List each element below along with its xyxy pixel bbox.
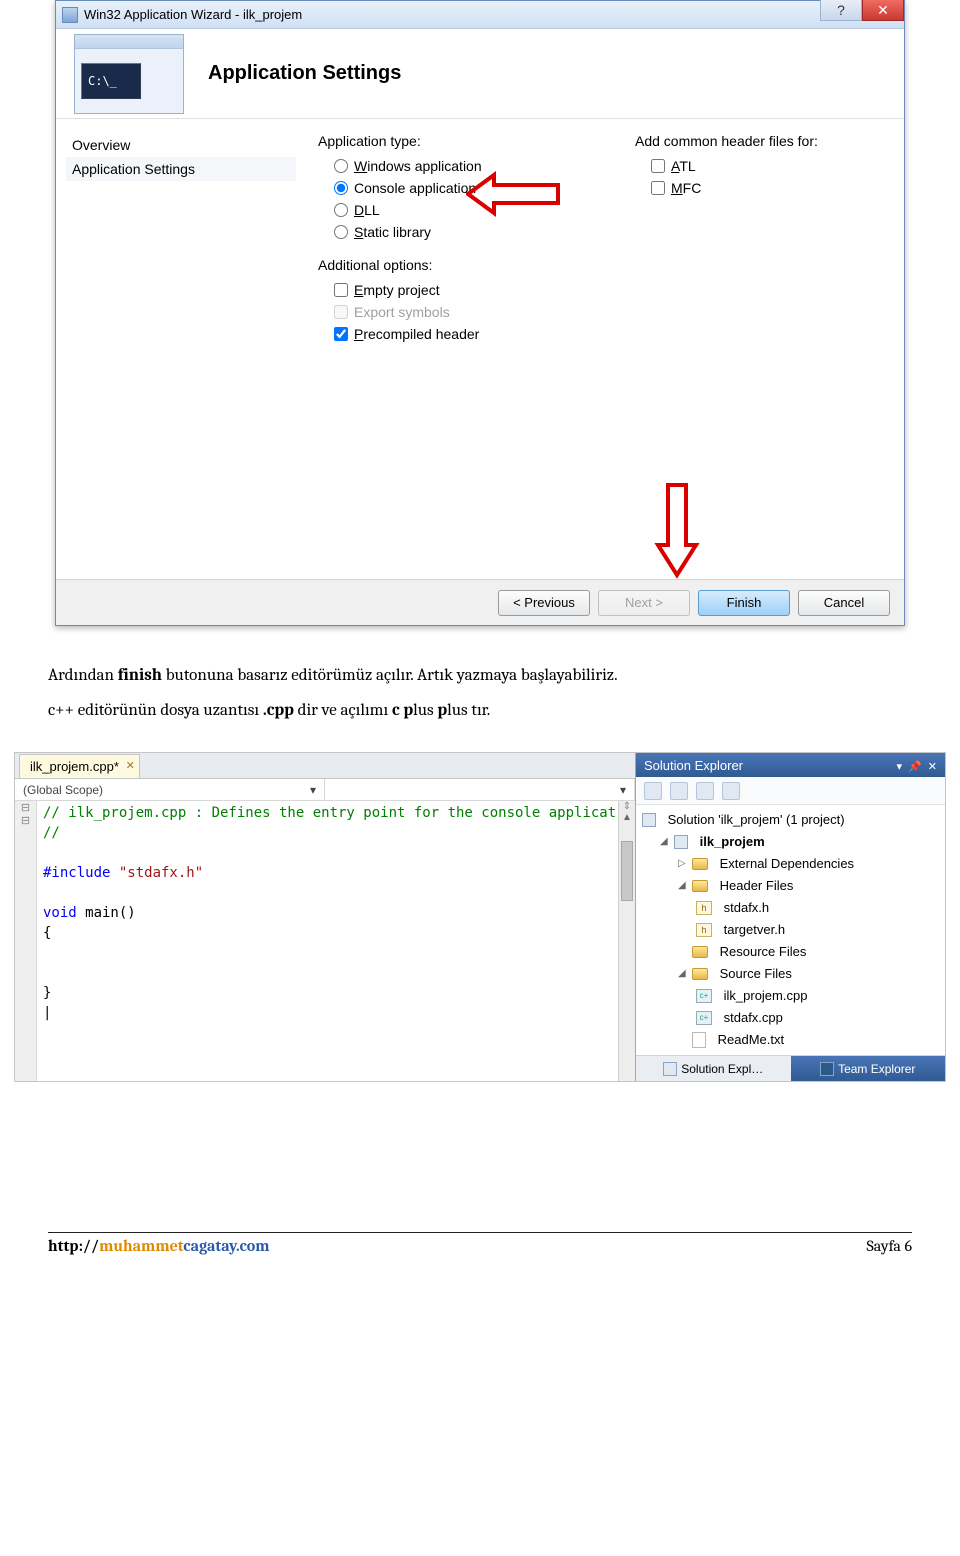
tab-solution-explorer[interactable]: Solution Expl… <box>636 1056 791 1081</box>
prev-button[interactable]: < Previous <box>498 590 590 616</box>
radio-windows-app[interactable]: Windows application <box>318 155 565 177</box>
banner: C:\_ Application Settings <box>56 29 904 119</box>
radio-dll[interactable]: DLL <box>318 199 565 221</box>
solution-icon <box>642 813 656 827</box>
refresh-icon[interactable] <box>722 782 740 800</box>
project-icon <box>674 835 688 849</box>
cancel-button[interactable]: Cancel <box>798 590 890 616</box>
source-files-node[interactable]: Source Files <box>720 963 792 985</box>
folder-icon <box>692 858 708 870</box>
dropdown-icon[interactable]: ▾ <box>897 761 903 773</box>
window-icon <box>62 7 78 23</box>
help-button[interactable]: ? <box>820 0 862 21</box>
resource-files-node[interactable]: Resource Files <box>720 941 807 963</box>
scope-dropdown[interactable]: (Global Scope)▾ <box>15 779 325 800</box>
footer-url: http://muhammetcagatay.com <box>48 1237 270 1255</box>
addl-label: Additional options: <box>318 257 565 273</box>
properties-icon[interactable] <box>696 782 714 800</box>
check-export-symbols: Export symbols <box>318 301 565 323</box>
h-file-icon: h <box>696 923 712 937</box>
external-deps-node[interactable]: External Dependencies <box>720 853 854 875</box>
vs-editor: ilk_projem.cpp* ✕ (Global Scope)▾ ▾ ⊟⊟ /… <box>14 752 946 1082</box>
cpp-file-icon: c+ <box>696 989 712 1003</box>
finish-button[interactable]: Finish <box>698 590 790 616</box>
window-title: Win32 Application Wizard - ilk_projem <box>84 7 302 22</box>
cpp-file-icon: c+ <box>696 1011 712 1025</box>
file-stdafx-h[interactable]: stdafx.h <box>724 897 770 919</box>
team-explorer-icon <box>820 1062 834 1076</box>
radio-console-app[interactable]: Console application <box>318 177 565 199</box>
file-readme[interactable]: ReadMe.txt <box>718 1029 784 1051</box>
wizard-footer: < Previous Next > Finish Cancel <box>56 579 904 625</box>
se-toolbar <box>636 777 945 805</box>
check-precompiled-header[interactable]: Precompiled header <box>318 323 565 345</box>
banner-icon: C:\_ <box>74 34 184 114</box>
file-tab[interactable]: ilk_projem.cpp* ✕ <box>19 754 140 778</box>
vertical-scrollbar[interactable]: ⇕ ▲ <box>618 801 635 1081</box>
radio-static-library[interactable]: Static library <box>318 221 565 243</box>
apptype-label: Application type: <box>318 133 565 149</box>
content-area: Application type: Windows application Co… <box>306 119 904 579</box>
page-number: Sayfa 6 <box>866 1237 912 1255</box>
show-all-icon[interactable] <box>670 782 688 800</box>
close-button[interactable]: ✕ <box>862 0 904 21</box>
pin-icon[interactable]: 📌 <box>908 761 922 773</box>
se-tabs: Solution Expl… Team Explorer <box>636 1055 945 1081</box>
tab-team-explorer[interactable]: Team Explorer <box>791 1056 946 1081</box>
file-ilkprojem-cpp[interactable]: ilk_projem.cpp <box>724 985 808 1007</box>
sidebar-item-appsettings[interactable]: Application Settings <box>66 157 296 181</box>
solution-node[interactable]: Solution 'ilk_projem' (1 project) <box>668 809 845 831</box>
headers-label: Add common header files for: <box>635 133 882 149</box>
file-tab-label: ilk_projem.cpp* <box>30 759 119 774</box>
file-stdafx-cpp[interactable]: stdafx.cpp <box>724 1007 783 1029</box>
h-file-icon: h <box>696 901 712 915</box>
folder-icon <box>692 880 708 892</box>
annotation-arrow-down <box>650 479 704 579</box>
document-paragraph: Ardından finish butonuna basarız editörü… <box>0 626 960 734</box>
sidebar-item-overview[interactable]: Overview <box>66 133 296 157</box>
code-editor[interactable]: // ilk_projem.cpp : Defines the entry po… <box>37 801 618 1081</box>
member-dropdown[interactable]: ▾ <box>325 779 635 800</box>
folder-icon <box>692 946 708 958</box>
tab-strip: ilk_projem.cpp* ✕ <box>15 753 635 779</box>
banner-title: Application Settings <box>208 62 401 85</box>
solution-explorer: Solution Explorer ▾📌✕ Solution 'ilk_proj… <box>635 753 945 1081</box>
check-atl[interactable]: ATL <box>635 155 882 177</box>
titlebar[interactable]: Win32 Application Wizard - ilk_projem ? … <box>56 1 904 29</box>
close-icon[interactable]: ✕ <box>928 761 937 773</box>
chevron-down-icon: ▾ <box>620 783 626 797</box>
project-node[interactable]: ilk_projem <box>700 831 765 853</box>
console-icon: C:\_ <box>81 63 141 99</box>
check-empty-project[interactable]: Empty project <box>318 279 565 301</box>
home-icon[interactable] <box>644 782 662 800</box>
folder-icon <box>692 968 708 980</box>
page-footer: http://muhammetcagatay.com Sayfa 6 <box>48 1232 912 1255</box>
close-tab-icon[interactable]: ✕ <box>126 759 135 772</box>
wizard-window: Win32 Application Wizard - ilk_projem ? … <box>55 0 905 626</box>
chevron-down-icon: ▾ <box>310 783 316 797</box>
sidebar: Overview Application Settings <box>56 119 306 579</box>
solution-explorer-title[interactable]: Solution Explorer ▾📌✕ <box>636 753 945 777</box>
txt-file-icon <box>692 1032 706 1048</box>
check-mfc[interactable]: MFC <box>635 177 882 199</box>
solution-tree[interactable]: Solution 'ilk_projem' (1 project) ◢ ilk_… <box>636 805 945 1055</box>
gutter: ⊟⊟ <box>15 801 37 1081</box>
scope-bar: (Global Scope)▾ ▾ <box>15 779 635 801</box>
file-targetver-h[interactable]: targetver.h <box>724 919 785 941</box>
split-handle-icon[interactable]: ⇕ <box>619 801 635 812</box>
next-button: Next > <box>598 590 690 616</box>
solution-explorer-icon <box>663 1062 677 1076</box>
header-files-node[interactable]: Header Files <box>720 875 794 897</box>
